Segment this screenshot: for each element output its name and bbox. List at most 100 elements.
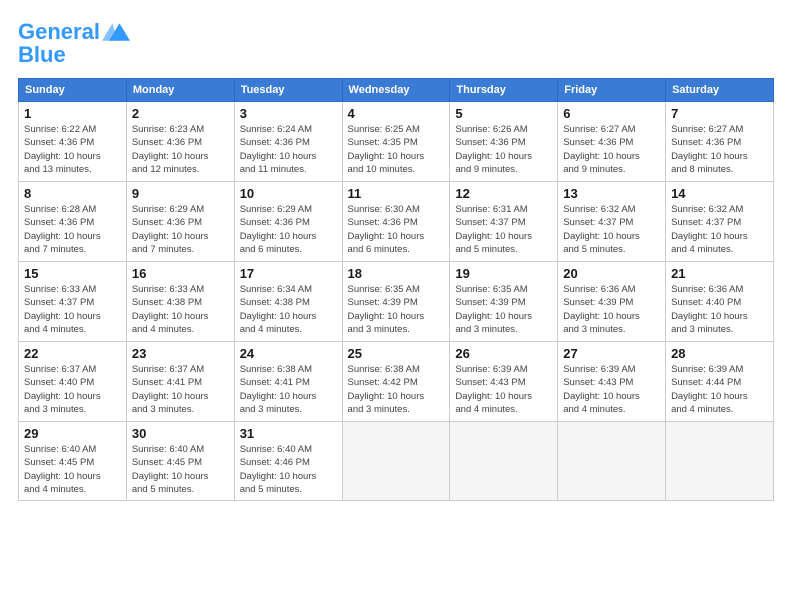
calendar-cell: 3 Sunrise: 6:24 AMSunset: 4:36 PMDaylight… [234,102,342,182]
calendar-cell: 23 Sunrise: 6:37 AMSunset: 4:41 PMDayligh… [126,342,234,422]
weekday-header: Thursday [450,79,558,102]
day-number: 22 [24,346,121,361]
day-info: Sunrise: 6:25 AMSunset: 4:35 PMDaylight:… [348,123,445,176]
day-number: 8 [24,186,121,201]
calendar-row: 8 Sunrise: 6:28 AMSunset: 4:36 PMDaylight… [19,182,774,262]
calendar-cell: 30 Sunrise: 6:40 AMSunset: 4:45 PMDayligh… [126,422,234,501]
day-number: 12 [455,186,552,201]
day-number: 7 [671,106,768,121]
day-number: 28 [671,346,768,361]
logo: General Blue [18,18,130,68]
day-number: 20 [563,266,660,281]
day-info: Sunrise: 6:36 AMSunset: 4:39 PMDaylight:… [563,283,660,336]
day-info: Sunrise: 6:27 AMSunset: 4:36 PMDaylight:… [671,123,768,176]
day-info: Sunrise: 6:39 AMSunset: 4:43 PMDaylight:… [563,363,660,416]
day-number: 23 [132,346,229,361]
day-info: Sunrise: 6:39 AMSunset: 4:44 PMDaylight:… [671,363,768,416]
day-number: 29 [24,426,121,441]
calendar-cell: 14 Sunrise: 6:32 AMSunset: 4:37 PMDayligh… [666,182,774,262]
day-number: 13 [563,186,660,201]
calendar-row: 15 Sunrise: 6:33 AMSunset: 4:37 PMDayligh… [19,262,774,342]
page: General Blue SundayMondayTuesdayWednesda… [0,0,792,612]
calendar-cell: 27 Sunrise: 6:39 AMSunset: 4:43 PMDayligh… [558,342,666,422]
calendar-cell: 10 Sunrise: 6:29 AMSunset: 4:36 PMDayligh… [234,182,342,262]
day-number: 24 [240,346,337,361]
calendar-cell: 26Sunrise: 6:39 AMSunset: 4:43 PMDayligh… [450,342,558,422]
calendar-cell: 22 Sunrise: 6:37 AMSunset: 4:40 PMDayligh… [19,342,127,422]
day-number: 1 [24,106,121,121]
calendar: SundayMondayTuesdayWednesdayThursdayFrid… [18,78,774,501]
calendar-cell: 31 Sunrise: 6:40 AMSunset: 4:46 PMDayligh… [234,422,342,501]
day-info: Sunrise: 6:34 AMSunset: 4:38 PMDaylight:… [240,283,337,336]
calendar-row: 29 Sunrise: 6:40 AMSunset: 4:45 PMDayligh… [19,422,774,501]
calendar-row: 1Sunrise: 6:22 AMSunset: 4:36 PMDaylight… [19,102,774,182]
weekday-header: Monday [126,79,234,102]
calendar-cell [450,422,558,501]
day-number: 15 [24,266,121,281]
calendar-cell: 19 Sunrise: 6:35 AMSunset: 4:39 PMDayligh… [450,262,558,342]
day-info: Sunrise: 6:27 AMSunset: 4:36 PMDaylight:… [563,123,660,176]
weekday-header: Tuesday [234,79,342,102]
day-number: 14 [671,186,768,201]
day-info: Sunrise: 6:32 AMSunset: 4:37 PMDaylight:… [671,203,768,256]
day-number: 19 [455,266,552,281]
day-number: 11 [348,186,445,201]
day-info: Sunrise: 6:29 AMSunset: 4:36 PMDaylight:… [132,203,229,256]
day-number: 4 [348,106,445,121]
day-info: Sunrise: 6:40 AMSunset: 4:46 PMDaylight:… [240,443,337,496]
day-number: 3 [240,106,337,121]
day-info: Sunrise: 6:36 AMSunset: 4:40 PMDaylight:… [671,283,768,336]
calendar-cell [342,422,450,501]
day-info: Sunrise: 6:37 AMSunset: 4:40 PMDaylight:… [24,363,121,416]
day-info: Sunrise: 6:29 AMSunset: 4:36 PMDaylight:… [240,203,337,256]
day-info: Sunrise: 6:33 AMSunset: 4:37 PMDaylight:… [24,283,121,336]
day-info: Sunrise: 6:23 AMSunset: 4:36 PMDaylight:… [132,123,229,176]
calendar-cell: 13 Sunrise: 6:32 AMSunset: 4:37 PMDayligh… [558,182,666,262]
calendar-cell: 12Sunrise: 6:31 AMSunset: 4:37 PMDayligh… [450,182,558,262]
calendar-cell: 25 Sunrise: 6:38 AMSunset: 4:42 PMDayligh… [342,342,450,422]
day-info: Sunrise: 6:40 AMSunset: 4:45 PMDaylight:… [132,443,229,496]
calendar-cell: 2 Sunrise: 6:23 AMSunset: 4:36 PMDaylight… [126,102,234,182]
calendar-cell [558,422,666,501]
calendar-cell: 1Sunrise: 6:22 AMSunset: 4:36 PMDaylight… [19,102,127,182]
day-number: 27 [563,346,660,361]
day-number: 25 [348,346,445,361]
calendar-cell [666,422,774,501]
day-info: Sunrise: 6:28 AMSunset: 4:36 PMDaylight:… [24,203,121,256]
weekday-header: Sunday [19,79,127,102]
day-number: 30 [132,426,229,441]
day-number: 21 [671,266,768,281]
logo-text: General [18,20,100,44]
day-info: Sunrise: 6:38 AMSunset: 4:41 PMDaylight:… [240,363,337,416]
day-info: Sunrise: 6:38 AMSunset: 4:42 PMDaylight:… [348,363,445,416]
calendar-cell: 29 Sunrise: 6:40 AMSunset: 4:45 PMDayligh… [19,422,127,501]
calendar-cell: 4 Sunrise: 6:25 AMSunset: 4:35 PMDaylight… [342,102,450,182]
calendar-row: 22 Sunrise: 6:37 AMSunset: 4:40 PMDayligh… [19,342,774,422]
day-number: 2 [132,106,229,121]
calendar-cell: 28 Sunrise: 6:39 AMSunset: 4:44 PMDayligh… [666,342,774,422]
calendar-cell: 17 Sunrise: 6:34 AMSunset: 4:38 PMDayligh… [234,262,342,342]
day-info: Sunrise: 6:32 AMSunset: 4:37 PMDaylight:… [563,203,660,256]
day-number: 6 [563,106,660,121]
weekday-header: Saturday [666,79,774,102]
calendar-cell: 16Sunrise: 6:33 AMSunset: 4:38 PMDayligh… [126,262,234,342]
day-number: 10 [240,186,337,201]
day-number: 17 [240,266,337,281]
logo-icon [102,18,130,46]
calendar-cell: 11 Sunrise: 6:30 AMSunset: 4:36 PMDayligh… [342,182,450,262]
day-info: Sunrise: 6:30 AMSunset: 4:36 PMDaylight:… [348,203,445,256]
day-info: Sunrise: 6:40 AMSunset: 4:45 PMDaylight:… [24,443,121,496]
day-number: 31 [240,426,337,441]
day-info: Sunrise: 6:37 AMSunset: 4:41 PMDaylight:… [132,363,229,416]
calendar-cell: 21 Sunrise: 6:36 AMSunset: 4:40 PMDayligh… [666,262,774,342]
calendar-cell: 7 Sunrise: 6:27 AMSunset: 4:36 PMDaylight… [666,102,774,182]
day-info: Sunrise: 6:35 AMSunset: 4:39 PMDaylight:… [455,283,552,336]
calendar-cell: 18Sunrise: 6:35 AMSunset: 4:39 PMDayligh… [342,262,450,342]
day-info: Sunrise: 6:33 AMSunset: 4:38 PMDaylight:… [132,283,229,336]
day-info: Sunrise: 6:24 AMSunset: 4:36 PMDaylight:… [240,123,337,176]
header-row: SundayMondayTuesdayWednesdayThursdayFrid… [19,79,774,102]
day-number: 18 [348,266,445,281]
calendar-cell: 8 Sunrise: 6:28 AMSunset: 4:36 PMDaylight… [19,182,127,262]
calendar-cell: 15 Sunrise: 6:33 AMSunset: 4:37 PMDayligh… [19,262,127,342]
header: General Blue [18,18,774,68]
